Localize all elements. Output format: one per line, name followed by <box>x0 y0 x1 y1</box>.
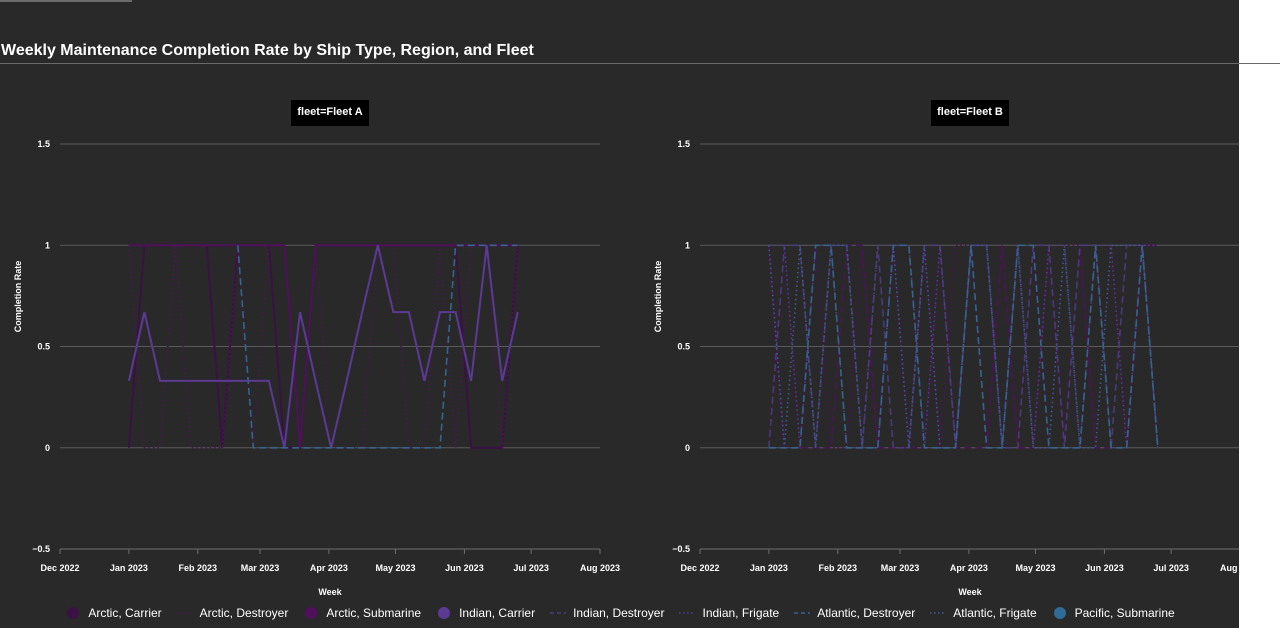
legend-label: Indian, Carrier <box>459 606 536 620</box>
legend-label: Arctic, Destroyer <box>199 606 289 620</box>
x-tick-label: Apr 2023 <box>950 563 988 573</box>
x-tick-label: Mar 2023 <box>241 563 280 573</box>
chart-canvas: Weekly Maintenance Completion Rate by Sh… <box>0 0 1239 628</box>
legend-swatch <box>794 612 811 614</box>
legend-swatch <box>679 612 696 614</box>
x-tick-label: May 2023 <box>1016 563 1056 573</box>
x-axis-title: Week <box>318 587 342 597</box>
legend: Arctic, Carrier Arctic, Destroyer Arctic, … <box>0 602 1239 624</box>
y-tick-label: 1.5 <box>677 139 690 149</box>
title-divider <box>0 63 1280 64</box>
legend-swatch <box>305 607 318 619</box>
legend-label: Indian, Frigate <box>702 606 780 620</box>
y-tick-label: 0.5 <box>677 342 690 352</box>
legend-swatch <box>1053 607 1066 619</box>
legend-item[interactable]: Atlantic, Frigate <box>929 606 1037 620</box>
legend-label: Indian, Destroyer <box>573 606 665 620</box>
x-tick-label: Jun 2023 <box>1085 563 1124 573</box>
legend-item[interactable]: Arctic, Destroyer <box>176 606 289 620</box>
legend-marker <box>67 607 80 619</box>
legend-item[interactable]: Indian, Destroyer <box>549 606 664 620</box>
legend-item[interactable]: Pacific, Submarine <box>1051 606 1175 620</box>
y-tick-label: 1.5 <box>37 139 50 149</box>
x-tick-label: Dec 2022 <box>680 563 719 573</box>
panel-title: fleet=Fleet B <box>937 106 1003 118</box>
legend-marker <box>305 607 318 619</box>
y-tick-label: 0 <box>45 443 50 453</box>
legend-swatch <box>550 612 567 614</box>
legend-label: Atlantic, Destroyer <box>817 606 916 620</box>
y-tick-label: 1 <box>685 240 690 250</box>
y-axis-title: Completion Rate <box>13 261 23 333</box>
y-tick-label: 0 <box>685 443 690 453</box>
chart-svg: fleet=Fleet A 1.5 1 0.5 0 −0.5 Dec 2022 Jan 202… <box>13 100 1239 597</box>
legend-item[interactable]: Indian, Carrier <box>435 606 535 620</box>
y-tick-label: −0.5 <box>672 544 690 554</box>
x-tick-label: Dec 2022 <box>40 563 79 573</box>
x-tick-label: May 2023 <box>376 563 416 573</box>
legend-swatch <box>176 612 193 614</box>
x-tick-label: Feb 2023 <box>179 563 218 573</box>
legend-marker <box>1053 607 1066 619</box>
legend-label: Arctic, Carrier <box>88 606 162 620</box>
legend-item[interactable]: Indian, Frigate <box>678 606 779 620</box>
x-tick-label: Feb 2023 <box>819 563 858 573</box>
legend-swatch <box>438 607 451 619</box>
legend-label: Pacific, Submarine <box>1074 606 1175 620</box>
x-tick-label: Jul 2023 <box>1153 563 1189 573</box>
y-tick-label: 0.5 <box>37 342 50 352</box>
x-tick-label: Jan 2023 <box>750 563 788 573</box>
y-axis-title: Completion Rate <box>653 261 663 333</box>
x-tick-label: Apr 2023 <box>310 563 348 573</box>
legend-item[interactable]: Arctic, Carrier <box>64 606 162 620</box>
legend-swatch <box>67 607 80 619</box>
legend-item[interactable]: Atlantic, Destroyer <box>793 606 915 620</box>
x-tick-label: Jul 2023 <box>513 563 549 573</box>
legend-label: Arctic, Submarine <box>326 606 422 620</box>
legend-item[interactable]: Arctic, Submarine <box>302 606 421 620</box>
y-tick-label: 1 <box>45 240 50 250</box>
legend-swatch <box>930 612 947 614</box>
legend-marker <box>438 607 451 619</box>
x-tick-label: Mar 2023 <box>881 563 920 573</box>
x-tick-label: Aug 2023 <box>1220 563 1239 573</box>
x-tick-label: Jan 2023 <box>110 563 148 573</box>
x-tick-label: Aug 2023 <box>580 563 620 573</box>
legend-label: Atlantic, Frigate <box>953 606 1037 620</box>
x-axis-title: Week <box>958 587 982 597</box>
panel-title: fleet=Fleet A <box>297 106 362 118</box>
x-tick-label: Jun 2023 <box>445 563 484 573</box>
y-tick-label: −0.5 <box>32 544 50 554</box>
